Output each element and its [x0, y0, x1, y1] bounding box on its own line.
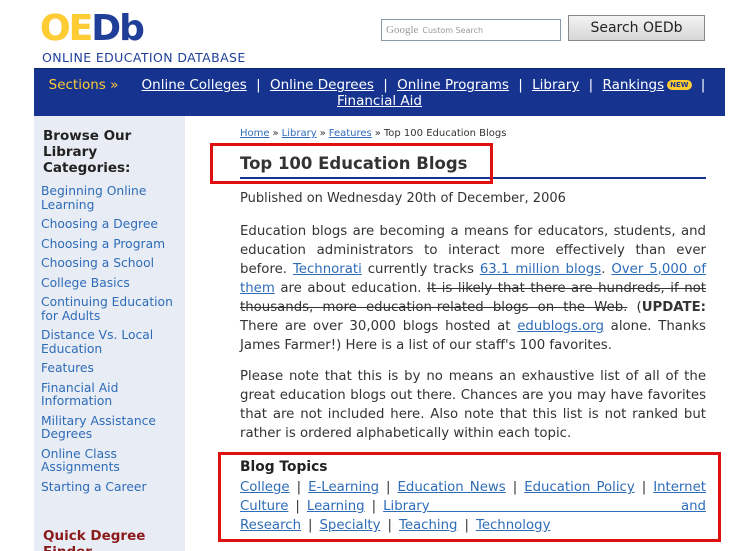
- topic-separator: |: [371, 499, 377, 514]
- breadcrumb-library[interactable]: Library: [282, 128, 317, 139]
- intro-text: (: [627, 300, 642, 315]
- sidebar-item[interactable]: Choosing a Degree: [41, 217, 183, 232]
- nav-rankings[interactable]: Rankings: [602, 77, 664, 93]
- blog-topics-list: College | E-Learning | Education News | Educat…: [240, 478, 706, 535]
- topic-separator: |: [296, 480, 302, 495]
- nav-line-1: Sections » | Online Colleges | Online De…: [34, 77, 725, 93]
- nav-online-degrees[interactable]: Online Degrees: [270, 77, 374, 93]
- breadcrumb-separator: »: [319, 128, 326, 139]
- sidebar-item[interactable]: Choosing a School: [41, 256, 183, 271]
- logo-oe: OE: [40, 7, 93, 49]
- sidebar-item-label[interactable]: Military Assistance Degrees: [41, 414, 156, 442]
- nav-library[interactable]: Library: [532, 77, 579, 93]
- title-divider: [240, 177, 706, 179]
- page: OE Db ONLINE EDUCATION DATABASE Google C…: [0, 0, 755, 551]
- right-gutter: [725, 0, 755, 551]
- nav-separator: |: [256, 77, 261, 93]
- topic-technology[interactable]: Technology: [476, 518, 550, 533]
- topic-separator: |: [295, 499, 300, 514]
- topic-college[interactable]: College: [240, 480, 290, 495]
- topic-separator: |: [641, 480, 647, 495]
- topic-education-news[interactable]: Education News: [398, 480, 506, 495]
- technorati-link[interactable]: Technorati: [293, 262, 362, 277]
- intro-paragraph: Education blogs are becoming a means for…: [240, 222, 706, 355]
- site-tagline: ONLINE EDUCATION DATABASE: [42, 50, 246, 65]
- sidebar-item-label[interactable]: Online Class Assignments: [41, 447, 120, 475]
- main-nav: Sections » | Online Colleges | Online De…: [34, 68, 725, 116]
- breadcrumb-separator: »: [272, 128, 279, 139]
- search-button[interactable]: Search OEDb: [568, 15, 705, 41]
- topic-separator: |: [386, 480, 391, 495]
- sidebar-item[interactable]: Choosing a Program: [41, 237, 183, 252]
- breadcrumb-features[interactable]: Features: [329, 128, 372, 139]
- intro-text: There are over 30,000 blogs hosted at: [240, 319, 518, 334]
- left-gutter: [0, 0, 34, 551]
- sidebar-item[interactable]: Continuing Education for Adults: [41, 295, 183, 323]
- topic-teaching[interactable]: Teaching: [399, 518, 458, 533]
- breadcrumb: Home» Library» Features» Top 100 Education …: [240, 128, 506, 139]
- nav-online-colleges[interactable]: Online Colleges: [142, 77, 247, 93]
- published-date: Published on Wednesday 20th of December,…: [240, 191, 566, 206]
- site-header: OE Db ONLINE EDUCATION DATABASE Google C…: [34, 0, 725, 68]
- breadcrumb-home[interactable]: Home: [240, 128, 270, 139]
- note-paragraph: Please note that this is by no means an …: [240, 369, 706, 441]
- breadcrumb-separator: »: [374, 128, 381, 139]
- topic-learning[interactable]: Learning: [307, 499, 365, 514]
- logo-db: Db: [91, 7, 145, 49]
- nav-separator: |: [588, 77, 594, 93]
- topic-separator: |: [308, 518, 313, 533]
- topic-e-learning[interactable]: E-Learning: [308, 480, 379, 495]
- nav-sections-label: Sections »: [48, 77, 119, 93]
- sidebar-item[interactable]: Distance Vs. Local Education: [41, 328, 183, 356]
- topic-separator: |: [512, 480, 518, 495]
- blog-topics-heading: Blog Topics: [240, 459, 328, 475]
- sidebar-category-list: Beginning Online Learning Choosing a Deg…: [41, 184, 183, 500]
- nav-separator: |: [700, 77, 706, 93]
- sidebar-item[interactable]: Military Assistance Degrees: [41, 414, 183, 442]
- sidebar-item-label[interactable]: Features: [41, 361, 94, 375]
- topic-education-policy[interactable]: Education Policy: [524, 480, 635, 495]
- quick-degree-finder-heading: Quick Degree Finder: [43, 528, 146, 551]
- sidebar-item[interactable]: Financial Aid Information: [41, 381, 183, 409]
- million-blogs-link[interactable]: 63.1 million blogs: [480, 262, 601, 277]
- sidebar-item[interactable]: College Basics: [41, 276, 183, 291]
- sidebar-item-label[interactable]: Choosing a Degree: [41, 217, 158, 231]
- sidebar-item-label[interactable]: Choosing a School: [41, 256, 154, 270]
- sidebar-title: Browse Our Library Categories:: [43, 128, 132, 176]
- sidebar-item-label[interactable]: Financial Aid Information: [41, 381, 118, 409]
- google-brand: Google: [386, 24, 419, 36]
- nav-line-2: Financial Aid: [34, 93, 725, 109]
- search-input[interactable]: Google Custom Search: [381, 19, 561, 41]
- sidebar-item-label[interactable]: College Basics: [41, 276, 130, 290]
- nav-separator: |: [383, 77, 388, 93]
- sidebar-item-label[interactable]: Choosing a Program: [41, 237, 165, 251]
- intro-text: are about education.: [274, 281, 428, 296]
- sidebar-item[interactable]: Online Class Assignments: [41, 447, 183, 475]
- nav-financial-aid[interactable]: Financial Aid: [337, 93, 422, 109]
- sidebar-item-label[interactable]: Distance Vs. Local Education: [41, 328, 153, 356]
- edublogs-link[interactable]: edublogs.org: [517, 319, 604, 334]
- search-placeholder: Custom Search: [422, 25, 484, 35]
- new-badge: NEW: [667, 80, 692, 90]
- sidebar: Browse Our Library Categories: Beginning…: [34, 116, 185, 551]
- sidebar-item-label[interactable]: Beginning Online Learning: [41, 184, 146, 212]
- topic-separator: |: [387, 518, 392, 533]
- breadcrumb-current: Top 100 Education Blogs: [383, 128, 507, 139]
- topic-separator: |: [464, 518, 469, 533]
- intro-text: .: [601, 262, 612, 277]
- nav-separator: |: [518, 77, 523, 93]
- sidebar-item-label[interactable]: Starting a Career: [41, 480, 147, 494]
- sidebar-item-label[interactable]: Continuing Education for Adults: [41, 295, 173, 323]
- oedb-logo[interactable]: OE Db: [40, 7, 145, 49]
- sidebar-item[interactable]: Beginning Online Learning: [41, 184, 183, 212]
- sidebar-item[interactable]: Starting a Career: [41, 480, 183, 495]
- sidebar-item[interactable]: Features: [41, 361, 183, 376]
- page-title: Top 100 Education Blogs: [240, 154, 468, 173]
- intro-text: currently tracks: [361, 262, 480, 277]
- topic-specialty[interactable]: Specialty: [319, 518, 380, 533]
- nav-online-programs[interactable]: Online Programs: [397, 77, 509, 93]
- update-label: UPDATE:: [641, 300, 706, 315]
